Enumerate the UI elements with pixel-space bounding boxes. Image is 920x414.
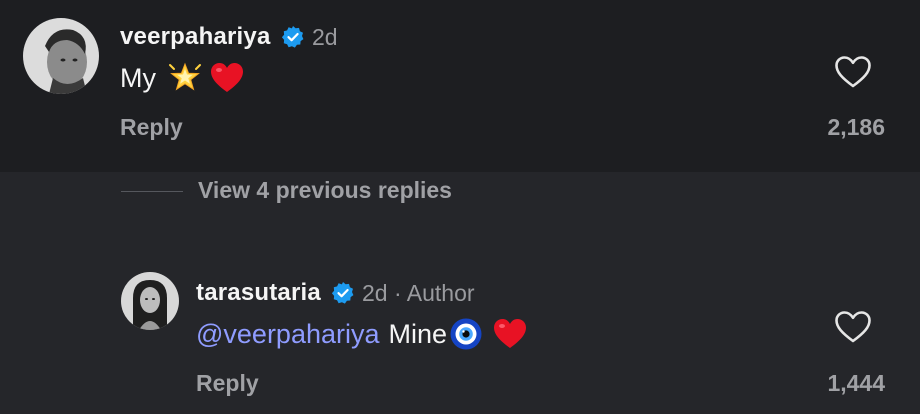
verified-badge-icon xyxy=(281,26,304,48)
reply-meta: 2d · Author xyxy=(362,280,475,306)
glowing-star-icon xyxy=(168,61,202,95)
thread-divider xyxy=(121,191,183,192)
nazar-amulet-icon xyxy=(449,317,483,351)
red-heart-icon xyxy=(493,318,527,350)
reply-button[interactable]: Reply xyxy=(196,370,259,397)
like-count[interactable]: 1,444 xyxy=(827,370,885,397)
avatar[interactable] xyxy=(23,18,99,94)
view-previous-replies-button[interactable]: View 4 previous replies xyxy=(198,177,452,204)
red-heart-icon xyxy=(210,62,244,94)
verified-badge-icon xyxy=(331,282,354,304)
like-count[interactable]: 2,186 xyxy=(827,114,885,141)
comment-timestamp: 2d xyxy=(312,24,338,50)
comment-username[interactable]: veerpahariya xyxy=(120,23,271,51)
reply-body: @veerpahariya Mine xyxy=(196,314,527,354)
reply-username[interactable]: tarasutaria xyxy=(196,279,321,307)
like-heart-icon[interactable] xyxy=(834,310,872,344)
comment-body: My xyxy=(120,58,244,98)
mention-link[interactable]: @veerpahariya xyxy=(196,319,380,350)
reply-button[interactable]: Reply xyxy=(120,114,183,141)
reply-avatar[interactable] xyxy=(121,272,179,330)
reply-text: Mine xyxy=(388,318,448,349)
comment-text: My xyxy=(120,62,156,93)
like-heart-icon[interactable] xyxy=(834,55,872,89)
comments-panel: veerpahariya 2d My Reply 2,186 View 4 pr xyxy=(0,0,920,414)
